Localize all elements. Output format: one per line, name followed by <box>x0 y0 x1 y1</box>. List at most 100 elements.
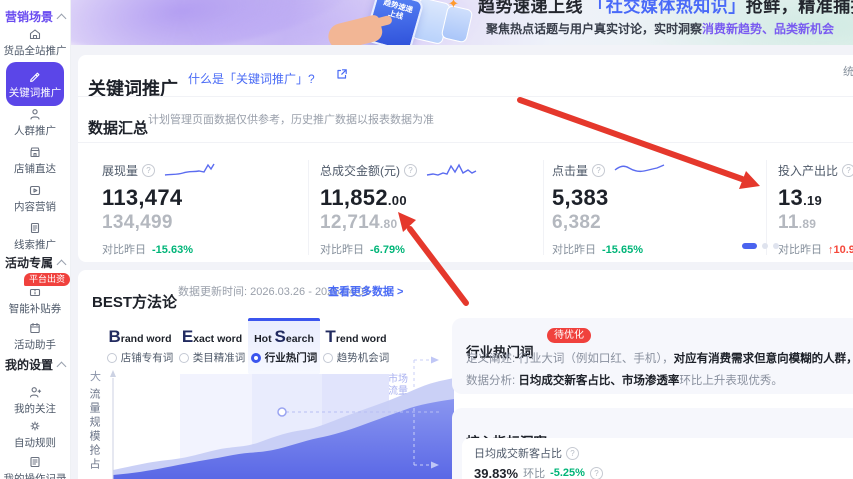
best-method-card: BEST方法论 数据更新时间: 2026.03.26 - 2026.04.01 … <box>78 270 853 479</box>
metric-previous-value: 134,499 <box>102 212 173 233</box>
metric-divider <box>543 160 544 255</box>
metric-value: 5,383 <box>552 185 609 210</box>
gear-icon <box>28 418 42 433</box>
sidebar-section-marketing[interactable]: 营销场景 <box>0 8 70 25</box>
industry-hot-words-panel: 行业热门词 待优化 定义阐述: 行业大词（例如口红、手机），对应有消费需求但意向… <box>452 318 853 394</box>
file-icon <box>28 220 42 235</box>
chevron-up-icon <box>56 361 67 372</box>
metric-label: 投入产出比 <box>778 163 839 178</box>
metric-divider <box>308 160 309 255</box>
carousel-dot[interactable] <box>762 243 768 249</box>
core-metric-value: 39.83% <box>474 465 519 479</box>
help-icon[interactable]: ? <box>842 163 853 177</box>
sidebar: 营销场景 货品全站推广 关键词推广 人群推广 店铺直达 内容营销 线索推广 活动… <box>0 0 71 479</box>
sidebar-item-campaign-assistant[interactable]: 活动助手 <box>0 320 70 352</box>
storefront-icon <box>28 144 42 159</box>
corner-stat-text: 统计 <box>843 66 853 78</box>
sparkle-icon: ✦ <box>448 0 459 11</box>
section-title: 活动专属 <box>4 256 53 270</box>
core-metric-label: 日均成交新客占比 <box>474 448 562 460</box>
view-more-data-link[interactable]: 查看更多数据 > <box>328 283 403 299</box>
metric-value: 113,474 <box>102 185 183 210</box>
person-icon <box>28 106 42 121</box>
home-icon <box>28 26 42 41</box>
flow-area-chart <box>110 356 454 479</box>
sidebar-item-label: 我的关注 <box>14 403 56 415</box>
sidebar-item-shop-direct[interactable]: 店铺直达 <box>0 144 70 176</box>
sidebar-item-keyword-promo[interactable]: 关键词推广 <box>6 62 64 106</box>
sparkline <box>426 163 477 176</box>
data-analysis-line: 数据分析: 日均成交新客占比、市场渗透率环比上升表现优秀。 <box>466 375 783 387</box>
metric-previous-value: 11.89 <box>778 212 817 233</box>
headline-highlight: 「社交媒体热知识」 <box>588 0 746 16</box>
ratio-value: -5.25% <box>550 467 585 479</box>
promo-banner[interactable]: 趋势速递上线 ✦ 趋势速递上线 「社交媒体热知识」抢鲜，精准捕捉 聚焦热点话题与… <box>70 0 853 45</box>
sparkline <box>164 163 215 176</box>
sidebar-item-content-marketing[interactable]: 内容营销 <box>0 182 70 214</box>
metric-impressions: 展现量? 113,474 134,499 对比昨日 -15.63% <box>102 161 302 257</box>
sidebar-item-auto-rules[interactable]: 自动规则 <box>0 418 70 450</box>
help-icon[interactable]: ? <box>589 466 603 479</box>
metric-compare: 对比昨日 -6.79% <box>320 244 405 256</box>
subline-pre: 聚焦热点话题与用户真实讨论，实时洞察 <box>486 22 703 36</box>
sidebar-item-smart-subsidy[interactable]: 平台出资 智能补贴券 <box>0 273 71 316</box>
external-link-icon[interactable] <box>336 68 348 80</box>
subline-highlight: 消费新趋势、品类新机会 <box>702 22 835 36</box>
headline-pre: 趋势速递上线 <box>478 0 589 16</box>
coupon-icon <box>28 284 42 299</box>
document-icon <box>28 454 42 469</box>
metric-previous-value: 6,382 <box>552 212 602 233</box>
sidebar-item-label: 人群推广 <box>14 125 56 137</box>
sidebar-item-lead-promo[interactable]: 线索推广 <box>0 220 70 252</box>
metrics-carousel-dots <box>742 243 779 249</box>
best-method-title: BEST方法论 <box>92 294 178 312</box>
keyword-promo-card: 关键词推广 什么是「关键词推广」? 统计 数据汇总 计划管理页面数据仅供参考，历… <box>78 55 853 262</box>
sparkline <box>614 164 665 173</box>
sidebar-item-my-follows[interactable]: 我的关注 <box>0 384 70 416</box>
metric-compare: 对比昨日 -15.65% <box>552 244 643 256</box>
banner-headline: 趋势速递上线 「社交媒体热知识」抢鲜，精准捕捉 <box>478 0 853 17</box>
sidebar-section-campaign[interactable]: 活动专属 <box>0 254 70 271</box>
help-icon[interactable]: ? <box>566 446 579 460</box>
video-icon <box>28 182 42 197</box>
chevron-up-icon <box>56 13 67 24</box>
metric-compare: 对比昨日 -15.63% <box>102 244 193 256</box>
ratio-label: 环比 <box>523 468 546 479</box>
what-is-keyword-promo-link[interactable]: 什么是「关键词推广」? <box>188 70 315 87</box>
sidebar-item-label: 货品全站推广 <box>3 45 67 57</box>
tab-english-label: Brand word <box>108 327 172 346</box>
pen-icon <box>28 68 42 83</box>
page-title: 关键词推广 <box>88 79 178 100</box>
sidebar-item-operation-log[interactable]: 我的操作记录 <box>0 454 70 479</box>
sidebar-item-label: 智能补贴券 <box>8 303 62 315</box>
sidebar-section-settings[interactable]: 我的设置 <box>0 356 70 373</box>
data-summary-title: 数据汇总 <box>88 120 149 138</box>
sidebar-item-label: 内容营销 <box>14 201 56 213</box>
sidebar-item-label: 我的操作记录 <box>3 473 67 479</box>
carousel-dot-active[interactable] <box>742 243 757 249</box>
headline-post: 抢鲜，精准捕捉 <box>745 0 853 16</box>
help-icon[interactable]: ? <box>592 163 606 177</box>
divider <box>78 142 853 143</box>
section-title: 营销场景 <box>4 10 53 24</box>
metric-divider <box>766 160 767 255</box>
sidebar-item-label: 店铺直达 <box>14 163 56 175</box>
core-metric-panel: 核心指标洞察 日均成交新客占比? 39.83%环比-5.25%? 同行同层均值 … <box>452 408 853 479</box>
metric-compare: 对比昨日↑10.93% <box>778 244 853 256</box>
sidebar-item-full-site-promo[interactable]: 货品全站推广 <box>0 26 70 58</box>
core-metric-card: 日均成交新客占比? 39.83%环比-5.25%? 同行同层均值 34.34% <box>462 438 853 479</box>
platform-funded-badge: 平台出资 <box>24 273 71 286</box>
calendar-icon <box>28 320 42 335</box>
sidebar-item-label: 活动助手 <box>14 339 56 351</box>
tab-english-label: Hot Search <box>254 327 314 346</box>
help-icon[interactable]: ? <box>404 163 417 177</box>
help-icon[interactable]: ? <box>142 163 156 177</box>
carousel-dot[interactable] <box>773 243 779 249</box>
data-summary-note: 计划管理页面数据仅供参考，历史推广数据以报表数据为准 <box>148 114 434 126</box>
sidebar-item-label: 自动规则 <box>14 437 56 449</box>
metric-value: 11,852.00 <box>320 185 407 210</box>
sidebar-item-audience-promo[interactable]: 人群推广 <box>0 106 70 138</box>
tab-english-label: Trend word <box>325 327 387 346</box>
metric-total-gmv: 总成交金额(元)? 11,852.00 12,714.80 对比昨日 -6.79% <box>320 161 520 257</box>
sidebar-item-label: 关键词推广 <box>8 87 62 99</box>
